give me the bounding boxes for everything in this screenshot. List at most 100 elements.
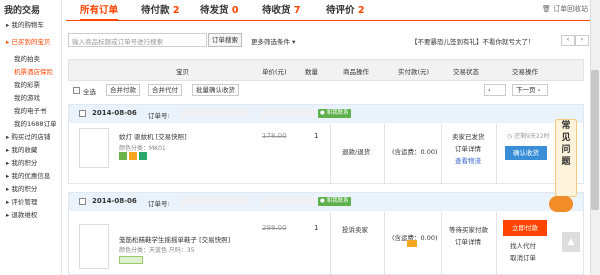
faq-float-button[interactable]: 常 见 问 题 <box>555 119 577 197</box>
merge-proxy-pay-button[interactable]: 合并代付 <box>148 84 182 96</box>
sidebar-item-label: 我的拍卖 <box>14 55 40 63</box>
quantity: 1 <box>314 224 319 232</box>
select-all-label: 全选 <box>83 88 96 96</box>
pay-now-button[interactable]: 立即付款 <box>503 220 547 236</box>
next-arrow-icon[interactable]: › <box>575 35 589 46</box>
sidebar-item-label: 我的优惠信息 <box>11 172 51 180</box>
sidebar-item-label: 我的1688订单 <box>14 120 57 128</box>
sidebar-item-label: 我的电子书 <box>14 107 47 115</box>
sidebar-item[interactable]: 我的1688订单 <box>14 118 57 128</box>
sidebar-item[interactable]: ▸ 我的积分 <box>6 157 37 167</box>
divider <box>496 124 497 184</box>
promo-notice[interactable]: 【不要暴恐儿签到有礼】不看你就亏大了！ <box>411 36 535 46</box>
sidebar-item[interactable]: ▸ 购买过的店铺 <box>6 131 50 141</box>
proxy-pay-link[interactable]: 找人代付 <box>510 240 536 250</box>
scrollbar-thumb[interactable] <box>591 70 599 210</box>
next-page-button[interactable]: 下一页 › <box>512 84 548 96</box>
tab[interactable]: 待评价 2 <box>326 2 364 16</box>
select-all-checkbox[interactable] <box>73 87 80 94</box>
trade-status: 卖家已发货 <box>452 133 485 141</box>
seller-badge-icon <box>119 256 143 264</box>
sidebar-item[interactable]: ▸ 我的购物车 <box>6 19 44 29</box>
column-header: 实付款(元) <box>398 68 430 76</box>
order-checkbox[interactable] <box>79 198 86 205</box>
trash-icon: 🗑 <box>542 5 551 13</box>
order-number-redacted <box>180 196 250 206</box>
product-title-link[interactable]: 笼筋松糕鞋学生摇摇单鞋子 [交易快照] <box>119 234 230 244</box>
sidebar-item[interactable]: 我的电子书 <box>14 105 47 115</box>
column-header: 宝贝 <box>176 68 189 76</box>
contact-seller-button[interactable]: ● 和我联系 <box>318 109 351 118</box>
tab-count: 2 <box>172 5 180 16</box>
sidebar-title: 我的交易 <box>4 6 41 16</box>
batch-confirm-button[interactable]: 批量确认收货 <box>192 84 239 96</box>
order-date: 2014-08-06 <box>92 197 137 205</box>
divider <box>330 212 331 275</box>
order-date: 2014-08-06 <box>92 109 137 117</box>
sidebar-item[interactable]: ▸ 我的收藏 <box>6 144 37 154</box>
back-to-top-button[interactable]: ▲ <box>562 232 580 252</box>
tab[interactable]: 待收货 7 <box>262 2 300 16</box>
sidebar-item-label: 我的积分 <box>11 159 38 167</box>
divider <box>441 124 442 184</box>
sidebar-item-label: 机票酒店保险 <box>14 68 53 76</box>
divider <box>384 212 385 275</box>
tab-label: 待发货 <box>200 5 229 16</box>
chevron-left-icon: ‹ <box>488 86 491 94</box>
order-number-label: 订单号: <box>148 200 170 208</box>
product-thumbnail[interactable] <box>79 128 109 168</box>
merge-pay-button[interactable]: 合并付款 <box>106 84 140 96</box>
order-detail-link[interactable]: 订单详情 <box>455 236 481 246</box>
chevron-right-icon: › <box>537 86 541 94</box>
confirm-receipt-button[interactable]: 确认收货 <box>505 146 547 160</box>
trade-status: 等待买家付款 <box>449 226 488 234</box>
prev-page-button[interactable]: ‹ <box>484 84 506 96</box>
tab[interactable]: 所有订单 <box>80 2 119 21</box>
tab-count: 0 <box>231 5 239 16</box>
sidebar-item[interactable]: ▸ 评价管理 <box>6 196 37 206</box>
sidebar-item[interactable]: ▸ 我的积分 <box>6 183 37 193</box>
divider <box>330 124 331 184</box>
column-header: 交易状态 <box>453 68 479 76</box>
mascot-icon <box>549 196 573 212</box>
refund-link[interactable]: 退款/退货 <box>342 146 370 156</box>
recycle-bin-link[interactable]: 🗑 订单回收站 <box>542 4 588 14</box>
product-thumbnail[interactable] <box>79 224 109 269</box>
prev-arrow-icon[interactable]: ‹ <box>561 35 575 46</box>
sidebar-item[interactable]: ▸ 已买到的宝贝 <box>6 36 50 46</box>
cancel-order-link[interactable]: 取消订单 <box>510 252 536 262</box>
contact-seller-button[interactable]: ● 和我联系 <box>318 197 351 206</box>
order-number-redacted <box>180 108 250 118</box>
product-title-link[interactable]: 蚊灯 驱蚊机 [交易快照] <box>119 131 187 141</box>
product-sku: 颜色分类：天蓝色 尺码：35 <box>119 247 195 254</box>
sidebar-item[interactable]: 机票酒店保险 <box>14 66 53 76</box>
order-checkbox[interactable] <box>79 110 86 117</box>
tab[interactable]: 待付款 2 <box>141 2 179 16</box>
search-input[interactable]: 输入商品标题或订单号进行搜索 <box>68 33 207 47</box>
sidebar-item[interactable]: 我的拍卖 <box>14 53 40 63</box>
tab[interactable]: 待发货 0 <box>200 2 238 16</box>
view-logistics-link[interactable]: 查看物流 <box>455 155 481 165</box>
complain-seller-link[interactable]: 投诉卖家 <box>342 224 368 234</box>
page-root: { "sidebar": { "title": "我的交易", "items":… <box>0 0 600 275</box>
column-header: 单价(元) <box>262 68 287 76</box>
sidebar-item-label: 我的游戏 <box>14 94 40 102</box>
quantity: 1 <box>314 132 319 140</box>
sidebar-item[interactable]: 我的游戏 <box>14 92 40 102</box>
shipping-note: (含运费：0.00) <box>392 148 438 156</box>
order-detail-link[interactable]: 订单详情 <box>455 143 481 153</box>
column-header: 数量 <box>305 68 318 76</box>
search-button[interactable]: 订单搜索 <box>208 33 242 47</box>
sidebar-item[interactable]: 我的彩票 <box>14 79 40 89</box>
table-header <box>68 59 584 81</box>
sidebar-item-label: 已买到的宝贝 <box>11 38 51 46</box>
divider <box>384 124 385 184</box>
sidebar-item[interactable]: ▸ 我的优惠信息 <box>6 170 50 180</box>
sidebar-item-label: 退款维权 <box>11 211 38 219</box>
sidebar-item-label: 我的彩票 <box>14 81 40 89</box>
more-filters-link[interactable]: 更多筛选条件 ▾ <box>251 36 295 46</box>
sidebar-item[interactable]: ▸ 退款维权 <box>6 209 37 219</box>
sidebar-item-label: 评价管理 <box>11 198 38 206</box>
shop-name-redacted <box>260 196 315 206</box>
sidebar-item-label: 购买过的店铺 <box>11 133 51 141</box>
